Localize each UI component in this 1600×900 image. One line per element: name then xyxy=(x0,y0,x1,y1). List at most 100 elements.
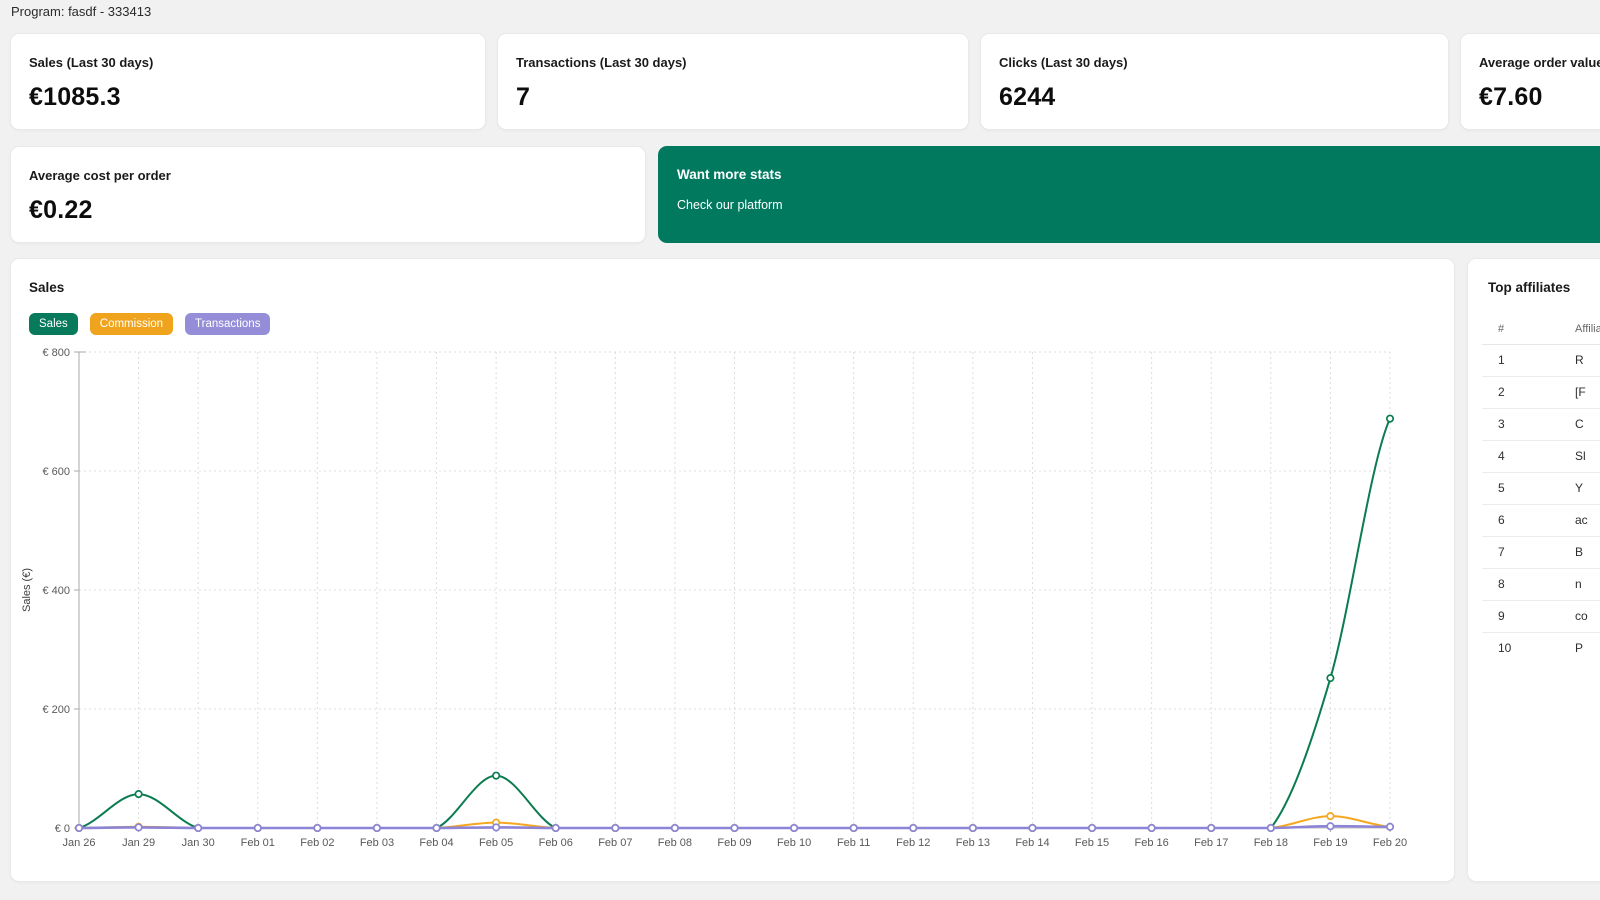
affiliate-name: n xyxy=(1557,569,1600,601)
data-point-marker xyxy=(493,824,499,830)
data-point-marker xyxy=(553,825,559,831)
dashboard-page: { "program_header": "Program: fasdf - 33… xyxy=(0,0,1600,900)
x-tick-label: Jan 26 xyxy=(62,837,95,849)
x-tick-label: Feb 01 xyxy=(241,837,275,849)
x-tick-label: Feb 05 xyxy=(479,837,513,849)
promo-banner[interactable]: Want more stats Check our platform xyxy=(658,146,1600,243)
data-point-marker xyxy=(374,825,380,831)
table-row: 7B xyxy=(1482,537,1600,569)
table-row: 2[F xyxy=(1482,377,1600,409)
x-tick-label: Feb 09 xyxy=(717,837,751,849)
data-point-marker xyxy=(255,825,261,831)
data-point-marker xyxy=(1148,825,1154,831)
data-point-marker xyxy=(1268,825,1274,831)
x-tick-label: Feb 17 xyxy=(1194,837,1228,849)
data-point-marker xyxy=(1327,823,1333,829)
affiliate-rank: 1 xyxy=(1482,345,1557,377)
data-point-marker xyxy=(850,825,856,831)
data-point-marker xyxy=(433,825,439,831)
data-point-marker xyxy=(314,825,320,831)
program-header: Program: fasdf - 333413 xyxy=(11,4,151,19)
stat-label: Average cost per order xyxy=(29,168,627,183)
axis-labels: € 0 € 200 € 400 € 600 € 800 Jan 26 Jan 29 Jan 3… xyxy=(42,347,1407,849)
affiliate-rank: 8 xyxy=(1482,569,1557,601)
stat-value: €0.22 xyxy=(29,196,627,225)
top-affiliates-title: Top affiliates xyxy=(1488,280,1570,295)
y-tick-label: € 800 xyxy=(42,347,70,359)
y-tick-label: € 400 xyxy=(42,585,70,597)
data-point-marker xyxy=(612,825,618,831)
x-tick-label: Feb 19 xyxy=(1313,837,1347,849)
affiliate-name: B xyxy=(1557,537,1600,569)
data-point-marker xyxy=(970,825,976,831)
stat-label: Clicks (Last 30 days) xyxy=(999,55,1430,70)
stat-card-clicks: Clicks (Last 30 days) 6244 xyxy=(980,33,1449,130)
x-tick-label: Feb 16 xyxy=(1135,837,1169,849)
x-tick-label: Feb 06 xyxy=(539,837,573,849)
data-point-marker xyxy=(1208,825,1214,831)
x-tick-label: Feb 20 xyxy=(1373,837,1407,849)
x-tick-label: Feb 12 xyxy=(896,837,930,849)
affiliate-rank: 2 xyxy=(1482,377,1557,409)
x-tick-label: Feb 08 xyxy=(658,837,692,849)
secondary-row: Average cost per order €0.22 Want more s… xyxy=(10,146,1600,243)
affiliate-rank: 10 xyxy=(1482,633,1557,665)
stat-card-transactions: Transactions (Last 30 days) 7 xyxy=(497,33,969,130)
stat-card-average-order: Average order value €7.60 xyxy=(1460,33,1600,130)
affiliate-name: Y xyxy=(1557,473,1600,505)
table-row: 4Sl xyxy=(1482,441,1600,473)
data-point-marker xyxy=(1327,675,1333,681)
stat-card-sales: Sales (Last 30 days) €1085.3 xyxy=(10,33,486,130)
stat-label: Sales (Last 30 days) xyxy=(29,55,467,70)
data-point-marker xyxy=(672,825,678,831)
affiliate-name: P xyxy=(1557,633,1600,665)
stats-row: Sales (Last 30 days) €1085.3 Transaction… xyxy=(10,33,1600,130)
y-tick-label: € 0 xyxy=(55,823,70,835)
gridlines xyxy=(79,352,1390,828)
affiliate-name: [F xyxy=(1557,377,1600,409)
x-tick-label: Feb 14 xyxy=(1015,837,1049,849)
sales-line-chart: € 0 € 200 € 400 € 600 € 800 Jan 26 Jan 29 Jan 3… xyxy=(11,259,1456,883)
axes xyxy=(74,352,1390,832)
x-tick-label: Jan 30 xyxy=(182,837,215,849)
affiliate-name: ac xyxy=(1557,505,1600,537)
top-affiliates-card: Top affiliates # Affiliate 1R2[F3C4Sl5Y6… xyxy=(1467,258,1600,882)
table-row: 9co xyxy=(1482,601,1600,633)
x-tick-label: Feb 13 xyxy=(956,837,990,849)
affiliate-rank: 4 xyxy=(1482,441,1557,473)
x-tick-label: Feb 07 xyxy=(598,837,632,849)
affiliate-rank: 7 xyxy=(1482,537,1557,569)
data-point-marker xyxy=(910,825,916,831)
x-tick-label: Feb 02 xyxy=(300,837,334,849)
promo-title: Want more stats xyxy=(677,167,1600,182)
affiliate-rank: 6 xyxy=(1482,505,1557,537)
stat-value: €7.60 xyxy=(1479,83,1600,112)
promo-subtitle[interactable]: Check our platform xyxy=(677,198,1600,212)
data-point-marker xyxy=(1089,825,1095,831)
table-row: 8n xyxy=(1482,569,1600,601)
x-tick-label: Feb 03 xyxy=(360,837,394,849)
x-tick-label: Jan 29 xyxy=(122,837,155,849)
x-tick-label: Feb 11 xyxy=(837,837,870,849)
y-tick-label: € 600 xyxy=(42,466,70,478)
sales-chart-card: Sales SalesCommissionTransactions Sales … xyxy=(10,258,1455,882)
data-point-marker xyxy=(76,825,82,831)
column-header-rank: # xyxy=(1482,315,1557,345)
table-row: 10P xyxy=(1482,633,1600,665)
affiliate-name: C xyxy=(1557,409,1600,441)
table-row: 6ac xyxy=(1482,505,1600,537)
x-tick-label: Feb 15 xyxy=(1075,837,1109,849)
x-tick-label: Feb 04 xyxy=(419,837,453,849)
affiliate-rank: 5 xyxy=(1482,473,1557,505)
table-header-row: # Affiliate xyxy=(1482,315,1600,345)
stat-value: 6244 xyxy=(999,83,1430,112)
data-point-marker xyxy=(1387,824,1393,830)
data-point-marker xyxy=(791,825,797,831)
stat-value: €1085.3 xyxy=(29,83,467,112)
table-row: 1R xyxy=(1482,345,1600,377)
table-row: 5Y xyxy=(1482,473,1600,505)
affiliate-name: R xyxy=(1557,345,1600,377)
y-tick-label: € 200 xyxy=(42,704,70,716)
stat-card-avg-cost: Average cost per order €0.22 xyxy=(10,146,646,243)
stat-label: Average order value xyxy=(1479,55,1600,70)
